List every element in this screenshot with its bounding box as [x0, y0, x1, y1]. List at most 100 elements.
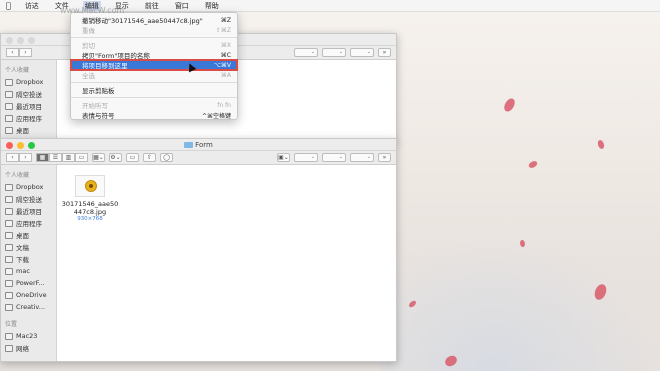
menu-item-shortcut: ⌥⌘V	[213, 61, 231, 69]
forward-button[interactable]: ›	[19, 48, 32, 57]
sidebar-section-locations: 位置	[5, 321, 18, 328]
gallery-view-icon[interactable]: ▭	[75, 153, 88, 162]
file-item[interactable]: 30171546_aae50447c8.jpg 930×768	[61, 175, 119, 222]
sidebar-item-desktop[interactable]: 桌面	[1, 229, 56, 241]
network-icon	[5, 344, 13, 352]
forward-button[interactable]: ›	[19, 153, 32, 162]
more-chevron-icon[interactable]: »	[378, 153, 391, 162]
menu-item-move-here[interactable]: 将项目移到这里 ⌥⌘V	[70, 59, 238, 71]
menu-item-copy-name[interactable]: 拷贝"Form"项目的名称 ⌘C	[71, 50, 237, 61]
new-folder-icon[interactable]: ▭	[126, 153, 139, 162]
finder-window-form[interactable]: Form ‹ › ▦ ☰ ▥ ▭ ▦⌄ ⚙⌄ ▭ ⇧ ◯ ▣⌄ ⌄ ⌄ ⌄ » …	[0, 138, 397, 362]
sidebar-item-dropbox[interactable]: Dropbox	[1, 181, 56, 193]
menu-item-label: 撤销移动"30171546_aae50447c8.jpg"	[82, 17, 203, 25]
menu-item-show-clipboard[interactable]: 显示剪贴板	[71, 85, 237, 95]
sidebar-item-network[interactable]: 网络	[1, 342, 56, 354]
airdrop-icon	[5, 90, 13, 98]
icon-view-icon[interactable]: ▦	[36, 153, 49, 162]
toolbar-dropdown[interactable]: ⌄	[322, 153, 346, 162]
menu-help[interactable]: 帮助	[203, 1, 221, 11]
tag-icon[interactable]: ◯	[160, 153, 173, 162]
window-titlebar[interactable]: Form	[1, 139, 396, 151]
sidebar-item-applications[interactable]: 应用程序	[1, 112, 56, 124]
sidebar-item-desktop[interactable]: 桌面	[1, 124, 56, 136]
window-title-text: Form	[195, 141, 213, 149]
menu-separator	[71, 37, 237, 38]
sidebar-item-label: PowerF...	[16, 279, 45, 287]
gear-icon[interactable]: ⚙⌄	[109, 153, 122, 162]
desktop-icon	[5, 231, 13, 239]
menu-window[interactable]: 窗口	[173, 1, 191, 11]
sidebar-item-label: 桌面	[16, 232, 29, 240]
close-icon[interactable]	[6, 37, 13, 44]
folder-icon	[5, 303, 13, 311]
column-view-icon[interactable]: ▥	[62, 153, 75, 162]
home-icon	[5, 267, 13, 275]
menu-item-cut: 剪切 ⌘X	[71, 40, 237, 51]
zoom-icon[interactable]	[28, 37, 35, 44]
menu-finder[interactable]: 访达	[23, 1, 41, 11]
sidebar-item-label: Creativ...	[16, 303, 45, 311]
sidebar-item-label: 隔空投送	[16, 91, 42, 99]
watermark: www.MacW.com	[60, 6, 125, 15]
menu-item-label: 拷贝"Form"项目的名称	[82, 52, 150, 60]
file-area[interactable]: 30171546_aae50447c8.jpg 930×768	[57, 165, 396, 361]
menu-item-redo: 重做 ⇧⌘Z	[71, 25, 237, 36]
sidebar-item-label: 隔空投送	[16, 196, 42, 204]
list-view-icon[interactable]: ☰	[49, 153, 62, 162]
apple-logo-icon[interactable]: 	[6, 1, 11, 10]
sidebar-item-label: 最近项目	[16, 103, 42, 111]
sidebar: 个人收藏 Dropbox 隔空投送 最近项目 应用程序 桌面	[1, 60, 57, 142]
sidebar-item-mac[interactable]: mac	[1, 265, 56, 277]
sidebar-item-creative[interactable]: Creativ...	[1, 301, 56, 313]
menu-go[interactable]: 前往	[143, 1, 161, 11]
minimize-icon[interactable]	[17, 37, 24, 44]
edit-menu-dropdown: 撤销移动"30171546_aae50447c8.jpg" ⌘Z 重做 ⇧⌘Z 剪切…	[70, 12, 238, 120]
sidebar-item-airdrop[interactable]: 隔空投送	[1, 88, 56, 100]
folder-icon	[184, 142, 194, 148]
sidebar-item-documents[interactable]: 文稿	[1, 241, 56, 253]
sidebar-item-label: OneDrive	[16, 291, 47, 299]
sidebar-item-applications[interactable]: 应用程序	[1, 217, 56, 229]
dropbox-icon	[5, 183, 13, 191]
sidebar-item-recents[interactable]: 最近项目	[1, 205, 56, 217]
menu-item-label: 显示剪贴板	[82, 87, 115, 95]
toolbar-dropdown[interactable]: ⌄	[294, 48, 318, 57]
sidebar-item-downloads[interactable]: 下载	[1, 253, 56, 265]
toolbar-dropdown[interactable]: ⌄	[322, 48, 346, 57]
petal-decoration	[527, 159, 539, 170]
sidebar-item-label: Dropbox	[16, 78, 44, 86]
sidebar-item-airdrop[interactable]: 隔空投送	[1, 193, 56, 205]
menu-item-emoji-symbols[interactable]: 表情与符号 ^⌘空格键	[71, 110, 237, 120]
sidebar-item-dropbox[interactable]: Dropbox	[1, 76, 56, 88]
toolbar-dropdown[interactable]: ⌄	[350, 48, 374, 57]
share-icon[interactable]: ⇧	[143, 153, 156, 162]
back-button[interactable]: ‹	[6, 48, 19, 57]
sidebar-item-label: Dropbox	[16, 183, 44, 191]
document-icon	[5, 243, 13, 251]
group-icon[interactable]: ▦⌄	[92, 153, 105, 162]
menu-item-label: 剪切	[82, 42, 95, 50]
sidebar-item-mac23[interactable]: Mac23	[1, 330, 56, 342]
more-chevron-icon[interactable]: »	[378, 48, 391, 57]
desktop-icon	[5, 126, 13, 134]
sidebar-item-label: 应用程序	[16, 115, 42, 123]
petal-decoration	[596, 139, 606, 150]
sidebar-item-label: 桌面	[16, 127, 29, 135]
menu-item-shortcut: ^⌘空格键	[201, 112, 231, 120]
menu-item-label: 表情与符号	[82, 112, 115, 120]
sidebar-item-onedrive[interactable]: OneDrive	[1, 289, 56, 301]
sidebar: 个人收藏 Dropbox 隔空投送 最近项目 应用程序 桌面 文稿 下载 mac…	[1, 165, 57, 361]
dropbox-toolbar-icon[interactable]: ▣⌄	[277, 153, 290, 162]
clock-icon	[5, 102, 13, 110]
menu-item-shortcut: ⇧⌘Z	[215, 26, 231, 34]
toolbar-dropdown[interactable]: ⌄	[350, 153, 374, 162]
menu-item-shortcut: ⌘X	[220, 41, 231, 49]
menu-item-undo[interactable]: 撤销移动"30171546_aae50447c8.jpg" ⌘Z	[71, 15, 237, 26]
back-button[interactable]: ‹	[6, 153, 19, 162]
toolbar-dropdown[interactable]: ⌄	[294, 153, 318, 162]
sidebar-item-label: 应用程序	[16, 220, 42, 228]
sidebar-item-powerf[interactable]: PowerF...	[1, 277, 56, 289]
sidebar-item-recents[interactable]: 最近项目	[1, 100, 56, 112]
file-dimensions: 930×768	[77, 216, 103, 222]
